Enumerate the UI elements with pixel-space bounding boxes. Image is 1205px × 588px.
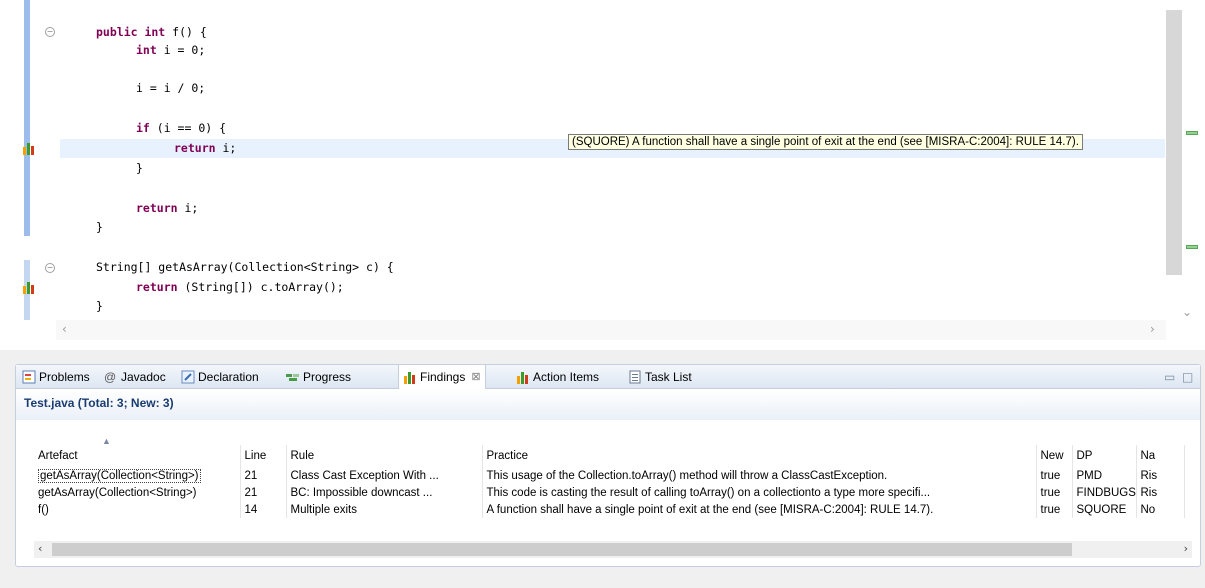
editor-horizontal-scrollbar[interactable] xyxy=(56,320,1166,340)
javadoc-icon: @ xyxy=(104,370,117,384)
cell-practice: This code is casting the result of calli… xyxy=(482,484,1037,501)
overview-marker[interactable] xyxy=(1186,131,1198,135)
scroll-left-icon[interactable]: ‹ xyxy=(38,542,42,555)
tab-problems[interactable]: Problems xyxy=(22,365,90,389)
scroll-right-icon[interactable]: › xyxy=(1150,322,1155,336)
column-header-rule[interactable]: Rule xyxy=(286,445,483,467)
column-header-dp[interactable]: DP xyxy=(1072,445,1137,467)
view-tab-bar: Problems @ Javadoc Declaration Progress … xyxy=(16,365,1200,389)
column-header-artefact[interactable]: ▲ Artefact xyxy=(34,436,241,467)
column-header-na[interactable]: Na xyxy=(1136,445,1185,467)
declaration-icon xyxy=(181,370,195,384)
cell-practice: A function shall have a single point of … xyxy=(482,501,1037,518)
code-line[interactable]: return (String[]) c.toArray(); xyxy=(136,279,344,295)
cell-practice: This usage of the Collection.toArray() m… xyxy=(482,467,1037,484)
tab-action-items[interactable]: Action Items xyxy=(516,365,599,389)
sort-ascending-icon: ▲ xyxy=(102,436,111,446)
change-ruler xyxy=(24,0,30,236)
cell-na: Ris xyxy=(1136,467,1185,484)
close-icon[interactable]: ⊠ xyxy=(471,365,480,389)
code-line[interactable]: } xyxy=(96,298,103,314)
findings-icon xyxy=(404,372,415,384)
cell-dp: FINDBUGS xyxy=(1072,484,1137,501)
column-header-line[interactable]: Line xyxy=(240,445,287,467)
progress-icon xyxy=(286,374,299,381)
problems-icon xyxy=(22,370,36,384)
cell-new: true xyxy=(1036,467,1073,484)
finding-tooltip: (SQUORE) A function shall have a single … xyxy=(568,134,1083,150)
scroll-left-icon[interactable]: ‹ xyxy=(62,322,67,336)
editor-vertical-scrollbar[interactable] xyxy=(1166,10,1182,275)
cell-line: 21 xyxy=(240,484,287,501)
table-horizontal-scrollbar[interactable]: ‹ › xyxy=(34,541,1192,558)
cell-na: No xyxy=(1136,501,1185,518)
squore-finding-icon[interactable] xyxy=(22,280,36,294)
table-row[interactable]: getAsArray(Collection<String>) 21 Class … xyxy=(34,467,1185,484)
fold-toggle-icon[interactable]: − xyxy=(45,27,55,37)
cell-new: true xyxy=(1036,484,1073,501)
cell-rule: BC: Impossible downcast ... xyxy=(286,484,483,501)
column-header-new[interactable]: New xyxy=(1036,445,1073,467)
cell-line: 21 xyxy=(240,467,287,484)
code-line[interactable]: i = i / 0; xyxy=(136,80,205,96)
findings-summary: Test.java (Total: 3; New: 3) xyxy=(16,390,1200,420)
table-header: ▲ Artefact Line Rule Practice New DP Na xyxy=(34,436,1185,467)
table-row[interactable]: f() 14 Multiple exits A function shall h… xyxy=(34,501,1185,518)
code-line[interactable]: } xyxy=(136,160,143,176)
code-editor[interactable]: − − public int f() { int i = 0; i = i / … xyxy=(0,0,1205,350)
minimize-icon[interactable]: ▭ xyxy=(1164,370,1175,384)
findings-view: Problems @ Javadoc Declaration Progress … xyxy=(15,364,1201,567)
code-line[interactable]: int i = 0; xyxy=(136,42,205,58)
maximize-icon[interactable]: □ xyxy=(1182,370,1193,384)
overview-ruler[interactable] xyxy=(1184,0,1205,350)
tasklist-icon xyxy=(629,370,641,384)
code-line[interactable]: return i; xyxy=(136,200,198,216)
tab-javadoc[interactable]: @ Javadoc xyxy=(104,365,166,389)
overview-marker[interactable] xyxy=(1186,245,1198,249)
code-line[interactable]: public int f() { xyxy=(96,24,207,40)
cell-artefact: getAsArray(Collection<String>) xyxy=(34,467,241,484)
tab-progress[interactable]: Progress xyxy=(286,365,351,389)
cell-dp: SQUORE xyxy=(1072,501,1137,518)
findings-icon xyxy=(517,372,528,384)
scroll-down-icon[interactable]: ⌄ xyxy=(1182,305,1192,319)
column-header-practice[interactable]: Practice xyxy=(482,445,1037,467)
cell-new: true xyxy=(1036,501,1073,518)
code-line[interactable]: } xyxy=(96,219,103,235)
cell-na: Ris xyxy=(1136,484,1185,501)
tab-task-list[interactable]: Task List xyxy=(628,365,692,389)
cell-artefact: f() xyxy=(34,501,241,518)
cell-line: 14 xyxy=(240,501,287,518)
tab-declaration[interactable]: Declaration xyxy=(181,365,259,389)
cell-rule: Class Cast Exception With ... xyxy=(286,467,483,484)
cell-artefact: getAsArray(Collection<String>) xyxy=(34,484,241,501)
code-line[interactable]: String[] getAsArray(Collection<String> c… xyxy=(96,259,394,275)
scrollbar-thumb[interactable] xyxy=(52,543,1072,556)
scroll-right-icon[interactable]: › xyxy=(1184,542,1188,555)
cell-rule: Multiple exits xyxy=(286,501,483,518)
findings-table[interactable]: ▲ Artefact Line Rule Practice New DP Na g… xyxy=(34,436,1185,518)
tab-findings[interactable]: Findings ⊠ xyxy=(398,365,486,389)
table-row[interactable]: getAsArray(Collection<String>) 21 BC: Im… xyxy=(34,484,1185,501)
code-line[interactable]: if (i == 0) { xyxy=(136,120,226,136)
cell-dp: PMD xyxy=(1072,467,1137,484)
fold-toggle-icon[interactable]: − xyxy=(45,263,55,273)
squore-finding-icon[interactable] xyxy=(22,141,36,155)
code-line[interactable]: return i; xyxy=(174,140,236,156)
